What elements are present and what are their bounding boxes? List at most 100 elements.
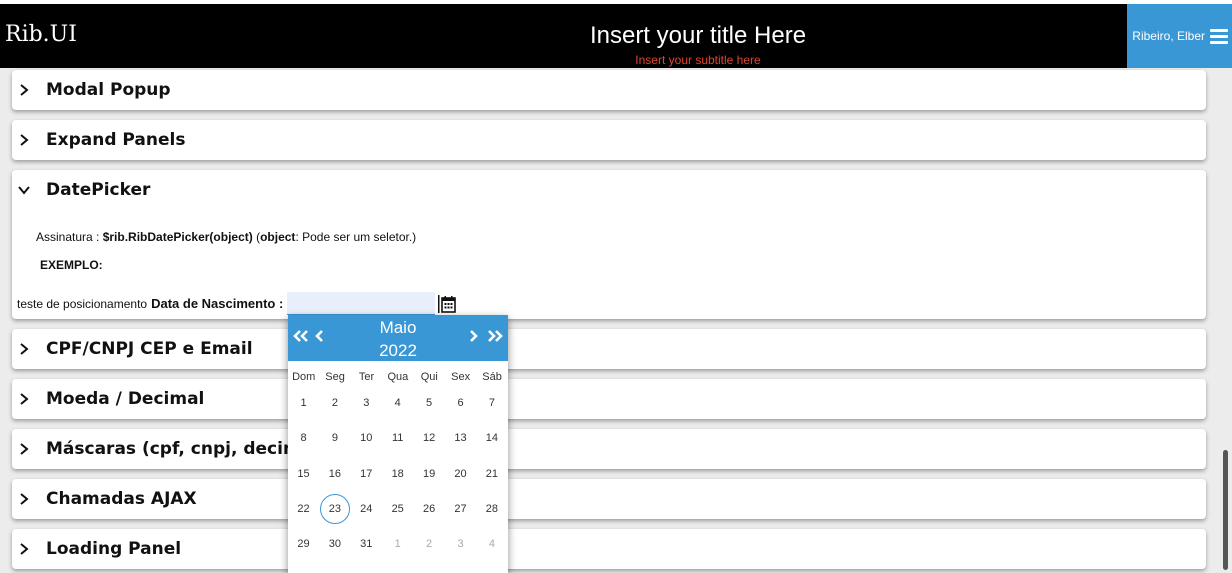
calendar-day-number: 7: [488, 397, 495, 409]
next-year-icon[interactable]: [486, 329, 504, 343]
calendar-day[interactable]: 1: [288, 388, 319, 418]
calendar-day[interactable]: 5: [414, 388, 445, 418]
calendar-day[interactable]: 4: [382, 388, 413, 418]
calendar-day[interactable]: 30: [319, 529, 350, 559]
chevron-right-icon: [18, 393, 46, 405]
calendar-day[interactable]: 21: [476, 459, 507, 489]
panel-header-datepicker[interactable]: DatePicker: [12, 170, 1206, 210]
calendar-day[interactable]: 28: [476, 494, 507, 524]
panel-title: Expand Panels: [46, 130, 186, 150]
calendar-day-number: 24: [360, 502, 373, 515]
calendar-day-number: 11: [391, 432, 404, 445]
panel-title: DatePicker: [46, 180, 151, 200]
next-month-icon[interactable]: [469, 329, 479, 343]
calendar-day[interactable]: 18: [382, 459, 413, 489]
panel-loading-panel: Loading Panel: [12, 529, 1206, 569]
panel-header-chamadas-ajax[interactable]: Chamadas AJAX: [12, 479, 1206, 519]
calendar-day[interactable]: 9: [319, 423, 350, 453]
calendar-day[interactable]: 2: [414, 529, 445, 559]
panel-header-moeda-decimal[interactable]: Moeda / Decimal: [12, 379, 1206, 419]
chevron-right-icon: [18, 134, 46, 146]
calendar-day-number: 14: [485, 432, 499, 445]
app-header: Rib.UI Insert your title Here Insert you…: [0, 0, 1232, 68]
panel-header-cpf-cnpj[interactable]: CPF/CNPJ CEP e Email: [12, 329, 1206, 369]
example-label: EXEMPLO:: [40, 258, 103, 272]
calendar-day-number: 23: [319, 493, 350, 524]
panel-title: Chamadas AJAX: [46, 489, 197, 509]
panel-moeda-decimal: Moeda / Decimal: [12, 379, 1206, 419]
positioning-label: teste de posicionamento: [17, 296, 148, 311]
calendar-day[interactable]: 7: [476, 388, 507, 418]
birthdate-label: Data de Nascimento :: [151, 296, 284, 311]
user-name: Ribeiro, Elber: [1132, 29, 1205, 43]
calendar-day-number: 2: [331, 397, 338, 409]
calendar-day[interactable]: 3: [445, 529, 476, 559]
calendar-day-number: 13: [454, 432, 467, 445]
panel-header-loading-panel[interactable]: Loading Panel: [12, 529, 1206, 569]
calendar-day[interactable]: 8: [288, 423, 319, 453]
user-menu-button[interactable]: Ribeiro, Elber: [1127, 4, 1232, 68]
calendar-day-number: 31: [360, 538, 373, 551]
calendar-year[interactable]: 2022: [288, 341, 508, 361]
signature-line: Assinatura : $rib.RibDatePicker(object) …: [36, 230, 416, 244]
calendar-day[interactable]: 22: [288, 494, 319, 524]
calendar-day-number: 17: [360, 467, 373, 480]
brand-logo[interactable]: Rib.UI: [5, 22, 77, 47]
weekday-label: Ter: [358, 371, 375, 383]
panel-datepicker: DatePicker Assinatura : $rib.RibDatePick…: [12, 170, 1206, 319]
hamburger-menu-icon[interactable]: [1210, 26, 1228, 47]
signature-desc: : Pode ser um seletor.): [295, 230, 417, 244]
panel-header-modal-popup[interactable]: Modal Popup: [12, 70, 1206, 110]
chevron-right-icon: [18, 343, 46, 355]
calendar-header: Maio 2022: [288, 315, 508, 361]
panel-header-mascaras[interactable]: Máscaras (cpf, cnpj, decim: [12, 429, 1206, 469]
datepicker-calendar: Maio 2022 Dom Seg Ter Qua Qui Sex Sáb 12…: [288, 315, 508, 573]
calendar-day[interactable]: 3: [351, 388, 382, 418]
calendar-day[interactable]: 16: [319, 459, 350, 489]
signature-code: $rib.RibDatePicker(object): [102, 230, 253, 244]
calendar-day[interactable]: 4: [476, 529, 507, 559]
calendar-day[interactable]: 25: [382, 494, 413, 524]
calendar-day[interactable]: 17: [351, 459, 382, 489]
calendar-day[interactable]: 29: [288, 529, 319, 559]
calendar-day-number: 27: [454, 502, 467, 515]
weekday-label: Sáb: [482, 371, 502, 383]
weekday-label: Qua: [387, 371, 409, 383]
weekday-label: Qui: [420, 371, 438, 383]
calendar-day[interactable]: 12: [414, 423, 445, 453]
chevron-right-icon: [18, 493, 46, 505]
calendar-day[interactable]: 19: [414, 459, 445, 489]
date-field-row: teste de posicionamento Data de Nascimen…: [17, 292, 457, 315]
calendar-day-number: 18: [391, 467, 404, 480]
calendar-day[interactable]: 13: [445, 423, 476, 453]
calendar-day[interactable]: 14: [476, 423, 507, 453]
calendar-icon[interactable]: [437, 294, 457, 314]
calendar-day[interactable]: 1: [382, 529, 413, 559]
calendar-day-number: 1: [394, 538, 401, 551]
chevron-right-icon: [18, 443, 46, 455]
panel-header-expand-panels[interactable]: Expand Panels: [12, 120, 1206, 160]
calendar-day-number: 1: [300, 397, 307, 409]
calendar-day-number: 19: [422, 467, 436, 480]
page-title: Insert your title Here: [589, 22, 807, 49]
calendar-day-today[interactable]: 23: [319, 493, 350, 524]
calendar-day[interactable]: 10: [351, 423, 382, 453]
calendar-day-number: 12: [422, 432, 436, 445]
calendar-day[interactable]: 26: [414, 494, 445, 524]
calendar-day[interactable]: 2: [319, 388, 350, 418]
calendar-day[interactable]: 6: [445, 388, 476, 418]
panel-chamadas-ajax: Chamadas AJAX: [12, 479, 1206, 519]
calendar-day[interactable]: 11: [382, 423, 413, 453]
scrollbar-thumb[interactable]: [1223, 450, 1228, 570]
calendar-day-number: 26: [422, 502, 436, 515]
calendar-day[interactable]: 24: [351, 494, 382, 524]
chevron-down-icon: [18, 184, 46, 196]
panel-title: CPF/CNPJ CEP e Email: [46, 339, 253, 359]
calendar-day[interactable]: 15: [288, 459, 319, 489]
calendar-day[interactable]: 20: [445, 459, 476, 489]
calendar-day[interactable]: 27: [445, 494, 476, 524]
calendar-day[interactable]: 31: [351, 529, 382, 559]
calendar-day-number: 29: [297, 538, 310, 551]
birthdate-input[interactable]: [287, 292, 436, 315]
panel-title: Modal Popup: [46, 80, 171, 100]
